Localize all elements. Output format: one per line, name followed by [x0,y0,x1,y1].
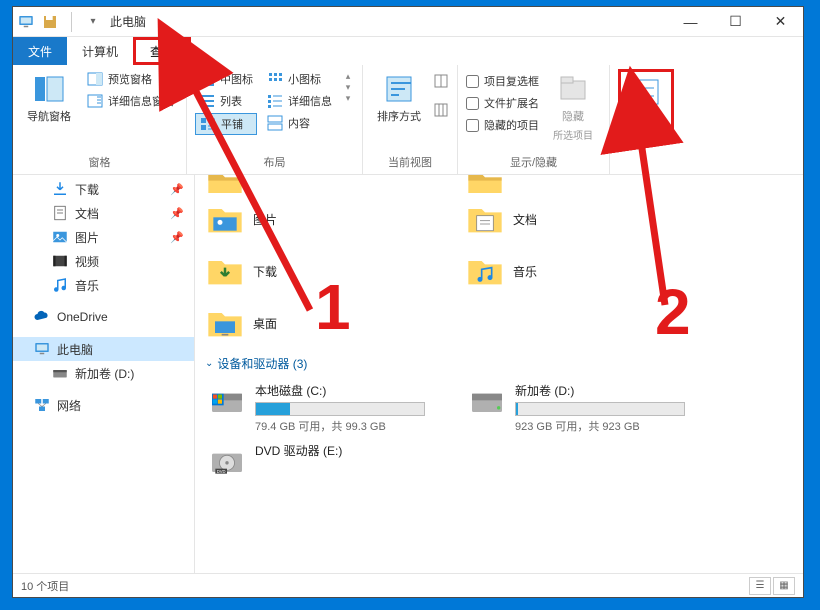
layout-small[interactable]: 小图标 [263,69,336,89]
sidebar-item-music[interactable]: 音乐 [13,273,194,297]
group-label-layout: 布局 [195,152,354,172]
sizecol-icon[interactable] [433,102,449,123]
drive-item[interactable]: 本地磁盘 (C:) 79.4 GB 可用，共 99.3 GB [203,378,463,438]
preview-pane-button[interactable]: 预览窗格 [83,69,178,89]
folder-item[interactable] [203,175,463,193]
minimize-button[interactable]: — [668,7,713,37]
window-title: 此电脑 [110,13,146,30]
thispc-icon [17,13,35,31]
navigation-sidebar: 下载📌 文档📌 图片📌 视频 音乐 OneDrive 此电脑 新加卷 (D:) … [13,175,195,573]
folder-icon [205,303,245,343]
folder-label: 文档 [513,211,537,228]
folder-icon [465,199,505,239]
ribbon-tabs: 文件 计算机 查看 [13,37,803,65]
folder-label: 音乐 [513,263,537,280]
sidebar-item-onedrive[interactable]: OneDrive [13,305,194,329]
tab-view[interactable]: 查看 [133,37,191,65]
ribbon-group-currentview: 排序方式 当前视图 [363,65,458,174]
sidebar-item-pictures[interactable]: 图片📌 [13,225,194,249]
ribbon-group-layout: 中图标 列表 平铺 小图标 详细信息 内容 ▴ ▾ ▾ 布局 [187,65,363,174]
window-controls: — ☐ ✕ [668,7,803,37]
layout-content[interactable]: 内容 [263,113,336,133]
drives-section-header[interactable]: ⌄ 设备和驱动器 (3) [203,349,795,378]
check-hidden-items[interactable]: 隐藏的项目 [466,115,539,135]
content-area: 下载📌 文档📌 图片📌 视频 音乐 OneDrive 此电脑 新加卷 (D:) … [13,175,803,573]
item-count: 10 个项目 [21,578,69,594]
sidebar-item-documents[interactable]: 文档📌 [13,201,194,225]
sidebar-item-volume-d[interactable]: 新加卷 (D:) [13,361,194,385]
drive-name: DVD 驱动器 (E:) [255,442,459,459]
drive-icon [207,382,247,422]
details-pane-button[interactable]: 详细信息窗格 [83,91,178,111]
drive-item[interactable]: 新加卷 (D:) 923 GB 可用，共 923 GB [463,378,723,438]
nav-pane-label: 导航窗格 [27,108,71,124]
drive-icon: DVD [207,442,247,482]
drive-item[interactable]: DVD DVD 驱动器 (E:) [203,438,463,486]
annotation-2: 2 [655,275,691,349]
folder-icon [205,251,245,291]
drive-free-text: 923 GB 可用，共 923 GB [515,418,719,434]
sidebar-item-videos[interactable]: 视频 [13,249,194,273]
hide-selected-button[interactable]: 隐藏 所选项目 [545,69,601,142]
drive-free-text: 79.4 GB 可用，共 99.3 GB [255,418,459,434]
pin-icon: 📌 [170,183,184,196]
sidebar-item-downloads[interactable]: 下载📌 [13,177,194,201]
ribbon: 导航窗格 预览窗格 详细信息窗格 窗格 中图标 列表 平铺 小图标 详细信息 [13,65,803,175]
group-label-view: 当前视图 [371,152,449,172]
check-item-checkboxes[interactable]: 项目复选框 [466,71,539,91]
check-file-ext[interactable]: 文件扩展名 [466,93,539,113]
folder-icon [205,199,245,239]
tab-computer[interactable]: 计算机 [67,37,133,65]
titlebar: ▾ 此电脑 — ☐ ✕ [13,7,803,37]
folder-label: 桌面 [253,315,277,332]
chevron-down-icon: ⌄ [205,358,213,369]
separator [71,12,72,32]
main-content: 图片 文档下载 音乐桌面 ⌄ 设备和驱动器 (3) 本地磁盘 (C:) 79.4 GB… [195,175,803,573]
save-icon[interactable] [41,13,59,31]
view-details-toggle[interactable]: ☰ [749,577,771,595]
layout-details[interactable]: 详细信息 [263,91,336,111]
layout-tiles[interactable]: 平铺 [195,113,257,135]
ribbon-group-options: 选项 [610,65,682,174]
folder-icon [465,251,505,291]
layout-expand-icon[interactable]: ▾ [346,93,351,104]
tab-file[interactable]: 文件 [13,37,67,65]
drives-section: 本地磁盘 (C:) 79.4 GB 可用，共 99.3 GB 新加卷 (D:) 923… [203,378,795,487]
group-label-panes: 窗格 [21,152,178,172]
layout-up-icon[interactable]: ▴ [346,71,351,82]
sort-button[interactable]: 排序方式 [371,69,427,124]
folder-label: 图片 [253,211,277,228]
annotation-1: 1 [315,270,351,344]
nav-pane-button[interactable]: 导航窗格 [21,69,77,124]
pin-icon: 📌 [170,207,184,220]
drive-name: 新加卷 (D:) [515,382,719,399]
addcol-icon[interactable] [433,73,449,94]
statusbar: 10 个项目 ☰ ▦ [13,573,803,597]
drive-icon [467,382,507,422]
folders-section: 图片 文档下载 音乐桌面 [203,175,795,349]
ribbon-group-showhide: 项目复选框 文件扩展名 隐藏的项目 隐藏 所选项目 显示/隐藏 [458,65,610,174]
view-icons-toggle[interactable]: ▦ [773,577,795,595]
layout-down-icon[interactable]: ▾ [346,82,351,93]
layout-medium[interactable]: 中图标 [195,69,257,89]
folder-item[interactable]: 文档 [463,193,723,245]
folder-item[interactable] [463,175,723,193]
ribbon-group-panes: 导航窗格 预览窗格 详细信息窗格 窗格 [13,65,187,174]
dropdown-icon[interactable]: ▾ [84,13,102,31]
folder-label: 下载 [253,263,277,280]
pin-icon: 📌 [170,231,184,244]
svg-text:DVD: DVD [217,469,226,474]
layout-list[interactable]: 列表 [195,91,257,111]
sidebar-item-thispc[interactable]: 此电脑 [13,337,194,361]
options-button[interactable]: 选项 [618,69,674,134]
folder-item[interactable]: 图片 [203,193,463,245]
group-label-showhide: 显示/隐藏 [466,152,601,172]
maximize-button[interactable]: ☐ [713,7,758,37]
close-button[interactable]: ✕ [758,7,803,37]
sidebar-item-network[interactable]: 网络 [13,393,194,417]
drive-name: 本地磁盘 (C:) [255,382,459,399]
